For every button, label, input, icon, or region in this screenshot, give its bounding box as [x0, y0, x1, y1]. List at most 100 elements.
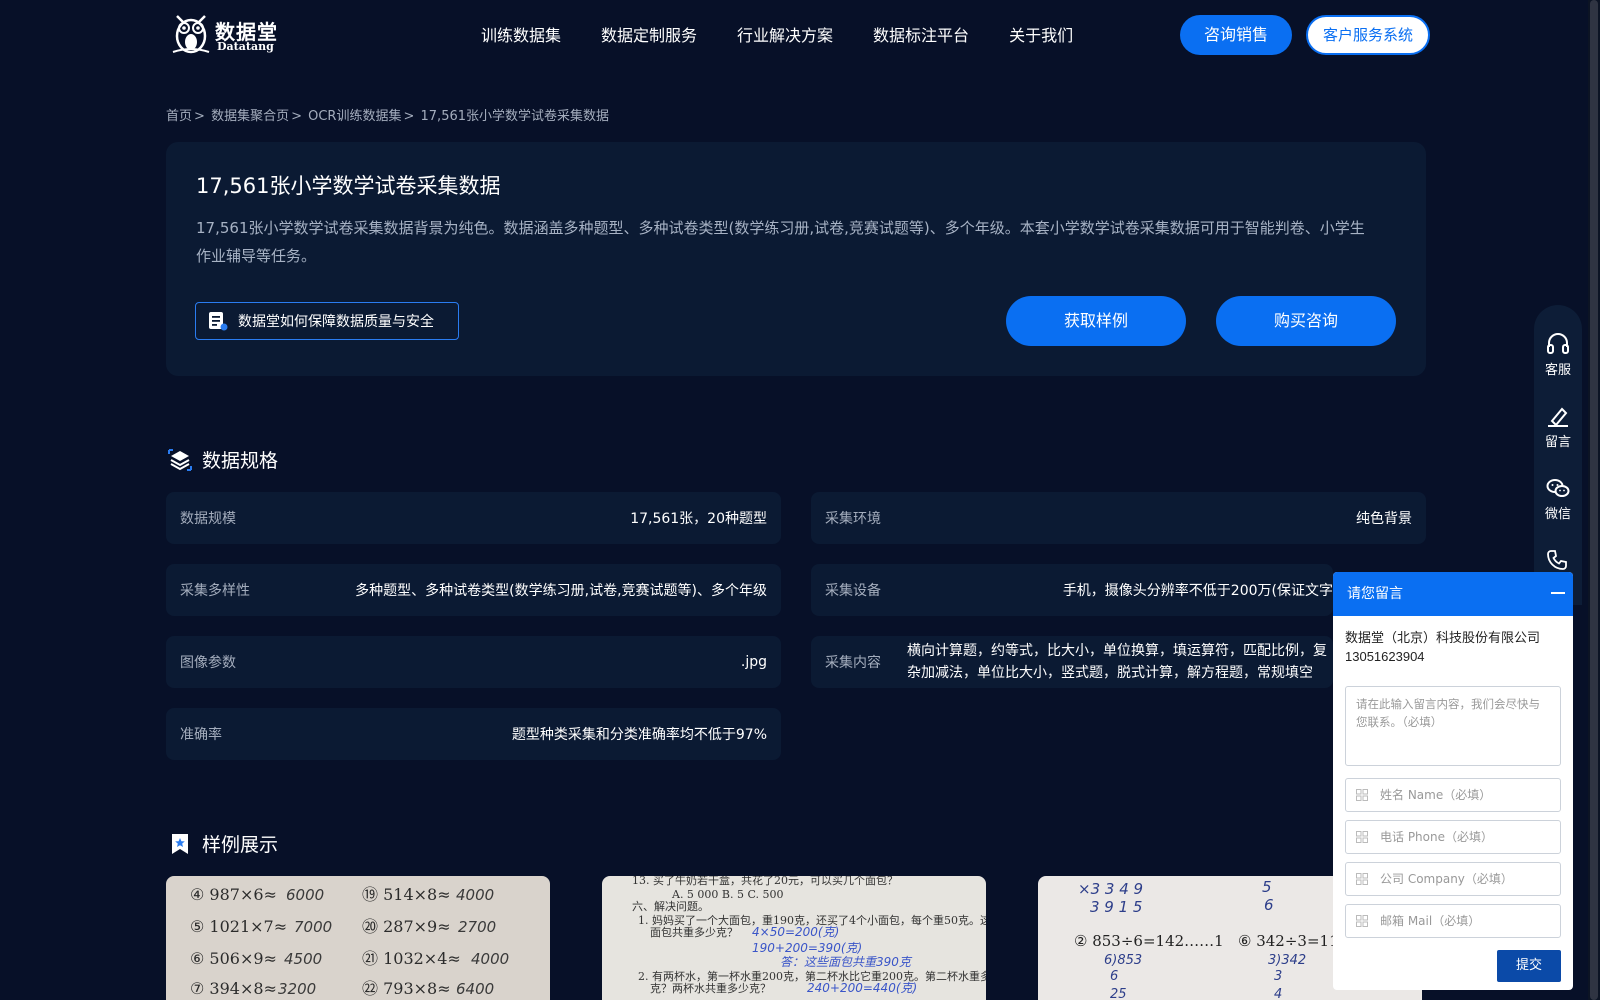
nav-item-custom-data-service[interactable]: 数据定制服务: [601, 22, 697, 46]
spec-label: 数据规模: [180, 511, 236, 527]
nav-item-training-datasets[interactable]: 训练数据集: [481, 22, 561, 46]
document-shield-icon: [209, 312, 228, 331]
svg-text:六、解决问题。: 六、解决问题。: [632, 899, 709, 913]
mail-field[interactable]: 邮箱 Mail（必填）: [1345, 904, 1561, 938]
message-textarea[interactable]: 请在此输入留言内容，我们会尽快与您联系。（必填）: [1345, 686, 1561, 766]
minimize-icon[interactable]: [1551, 592, 1565, 594]
breadcrumb-home[interactable]: 首页: [166, 109, 192, 124]
svg-text:4×50=200(克): 4×50=200(克): [752, 925, 839, 939]
company-phone: 13051623904: [1345, 649, 1425, 664]
phone-field[interactable]: 电话 Phone（必填）: [1345, 820, 1561, 854]
svg-text:4: 4: [1274, 987, 1282, 1000]
phone-placeholder: 电话 Phone（必填）: [1380, 830, 1493, 844]
svg-text:190+200=390(克): 190+200=390(克): [752, 941, 862, 955]
pen-edit-icon: [1548, 407, 1568, 427]
svg-text:×3 3 4 9: ×3 3 4 9: [1078, 880, 1143, 898]
spec-value: 17,561张，20种题型: [630, 511, 767, 527]
svg-text:4000: 4000: [471, 950, 509, 968]
svg-text:3200: 3200: [278, 980, 316, 998]
customer-service-button[interactable]: 客户服务系统: [1306, 15, 1430, 55]
spec-row: 图像参数 .jpg: [166, 636, 781, 688]
spec-label: 采集多样性: [180, 583, 250, 599]
name-field[interactable]: 姓名 Name（必填）: [1345, 778, 1561, 812]
phone-icon: [1547, 550, 1567, 570]
nav-item-industry-solutions[interactable]: 行业解决方案: [737, 22, 833, 46]
svg-text:⑦ 394×8≈: ⑦ 394×8≈: [190, 979, 277, 998]
layers-icon: [168, 448, 192, 471]
sample-image[interactable]: ④ 987×6≈ ⑲ 514×8≈ ⑤ 1021×7≈ ⑳ 287×9≈ ⑥ 506…: [166, 876, 550, 1000]
spec-value: 横向计算题，约等式，比大小，单位换算，填运算符，匹配比例，复杂加减法，单位比大小…: [907, 643, 1327, 681]
main-nav: 训练数据集 数据定制服务 行业解决方案 数据标注平台 关于我们: [481, 22, 1113, 46]
logo-subtext: Datatang: [217, 40, 274, 53]
nav-item-about-us[interactable]: 关于我们: [1009, 22, 1073, 46]
company-field[interactable]: 公司 Company（必填）: [1345, 862, 1561, 896]
field-grid-icon: [1356, 789, 1368, 801]
svg-text:3)342: 3)342: [1268, 953, 1306, 968]
spec-label: 采集设备: [825, 583, 881, 599]
field-grid-icon: [1356, 873, 1368, 885]
sidebar-item-wechat[interactable]: 微信: [1534, 477, 1582, 522]
sidebar-item-label: 客服: [1544, 363, 1571, 378]
breadcrumb-ocr-datasets[interactable]: OCR训练数据集: [308, 109, 401, 124]
sidebar-item-label: 留言: [1544, 435, 1571, 450]
spec-label: 采集环境: [825, 511, 881, 527]
field-grid-icon: [1356, 915, 1368, 927]
spec-value: .jpg: [740, 654, 767, 670]
company-name: 数据堂（北京）科技股份有限公司: [1345, 630, 1541, 645]
svg-text:5: 5: [1262, 878, 1272, 896]
message-panel-header: 请您留言: [1333, 572, 1573, 616]
breadcrumb-separator: >: [291, 109, 302, 124]
quality-security-link[interactable]: 数据堂如何保障数据质量与安全: [195, 302, 459, 340]
svg-text:⑳ 287×9≈: ⑳ 287×9≈: [362, 917, 451, 936]
svg-text:⑥ 342÷3=114: ⑥ 342÷3=114: [1238, 932, 1348, 950]
mail-placeholder: 邮箱 Mail（必填）: [1380, 914, 1481, 928]
spec-value: 纯色背景: [1356, 511, 1412, 527]
consult-sales-button[interactable]: 咨询销售: [1180, 15, 1292, 55]
sidebar-item-customer-service[interactable]: 客服: [1534, 333, 1582, 378]
svg-text:⑥ 506×9≈: ⑥ 506×9≈: [190, 949, 277, 968]
svg-text:4000: 4000: [456, 886, 494, 904]
company-info: 数据堂（北京）科技股份有限公司 13051623904: [1333, 616, 1573, 666]
svg-text:4500: 4500: [284, 950, 322, 968]
svg-text:2700: 2700: [458, 918, 496, 936]
spec-value: 多种题型、多种试卷类型(数学练习册,试卷,竞赛试题等)、多个年级: [355, 583, 767, 599]
quality-link-label: 数据堂如何保障数据质量与安全: [238, 314, 434, 330]
datatang-logo[interactable]: 数据堂 Datatang: [169, 10, 279, 56]
scrollbar-thumb[interactable]: [1590, 0, 1598, 1000]
breadcrumb-dataset-hub[interactable]: 数据集聚合页: [211, 109, 289, 124]
svg-text:⑲ 514×8≈: ⑲ 514×8≈: [362, 885, 451, 904]
svg-text:6)853: 6)853: [1104, 953, 1142, 968]
samples-title-label: 样例展示: [202, 834, 279, 856]
breadcrumb-separator: >: [403, 109, 415, 124]
spec-label: 采集内容: [825, 655, 881, 671]
company-placeholder: 公司 Company（必填）: [1380, 872, 1513, 886]
wechat-icon: [1546, 479, 1570, 497]
svg-text:㉑ 1032×4≈: ㉑ 1032×4≈: [362, 949, 461, 968]
site-header: 数据堂 Datatang 训练数据集 数据定制服务 行业解决方案 数据标注平台 …: [0, 0, 1600, 70]
printed-math-exam-image: 13. 买了牛奶若干盒，共花了20元，可以买几个面包？ A. 5 000 B. …: [632, 876, 986, 995]
svg-text:3: 3: [1274, 969, 1282, 984]
page-scrollbar[interactable]: [1588, 0, 1600, 1000]
handwritten-math-sheet-image: ④ 987×6≈ ⑲ 514×8≈ ⑤ 1021×7≈ ⑳ 287×9≈ ⑥ 506…: [190, 885, 509, 998]
svg-text:面包共重多少克？: 面包共重多少克？: [650, 925, 738, 939]
leave-message-panel: 请您留言 数据堂（北京）科技股份有限公司 13051623904 请在此输入留言…: [1333, 572, 1573, 990]
svg-text:240+200=440(克): 240+200=440(克): [807, 981, 917, 995]
sample-image[interactable]: 13. 买了牛奶若干盒，共花了20元，可以买几个面包？ A. 5 000 B. …: [602, 876, 986, 1000]
breadcrumb: 首页 > 数据集聚合页 > OCR训练数据集 > 17,561张小学数学试卷采集数据: [166, 105, 611, 124]
svg-text:3 9 1 5: 3 9 1 5: [1090, 898, 1142, 916]
spec-value: 题型种类采集和分类准确率均不低于97%: [511, 727, 767, 743]
svg-text:25: 25: [1110, 987, 1127, 1000]
bookmark-star-icon: [172, 833, 188, 854]
sidebar-item-leave-message[interactable]: 留言: [1534, 405, 1582, 450]
get-sample-button[interactable]: 获取样例: [1006, 296, 1186, 346]
spec-label: 图像参数: [180, 655, 236, 671]
sidebar-item-label: 微信: [1544, 507, 1571, 522]
nav-item-annotation-platform[interactable]: 数据标注平台: [873, 22, 969, 46]
spec-row: 采集设备 手机，摄像头分辨率不低于200万(保证文字: [811, 564, 1333, 616]
svg-text:6: 6: [1110, 969, 1118, 984]
spec-label: 准确率: [180, 727, 222, 743]
purchase-inquiry-button[interactable]: 购买咨询: [1216, 296, 1396, 346]
specs-title-label: 数据规格: [202, 450, 279, 472]
message-panel-title: 请您留言: [1347, 586, 1403, 602]
submit-button[interactable]: 提交: [1497, 950, 1561, 982]
